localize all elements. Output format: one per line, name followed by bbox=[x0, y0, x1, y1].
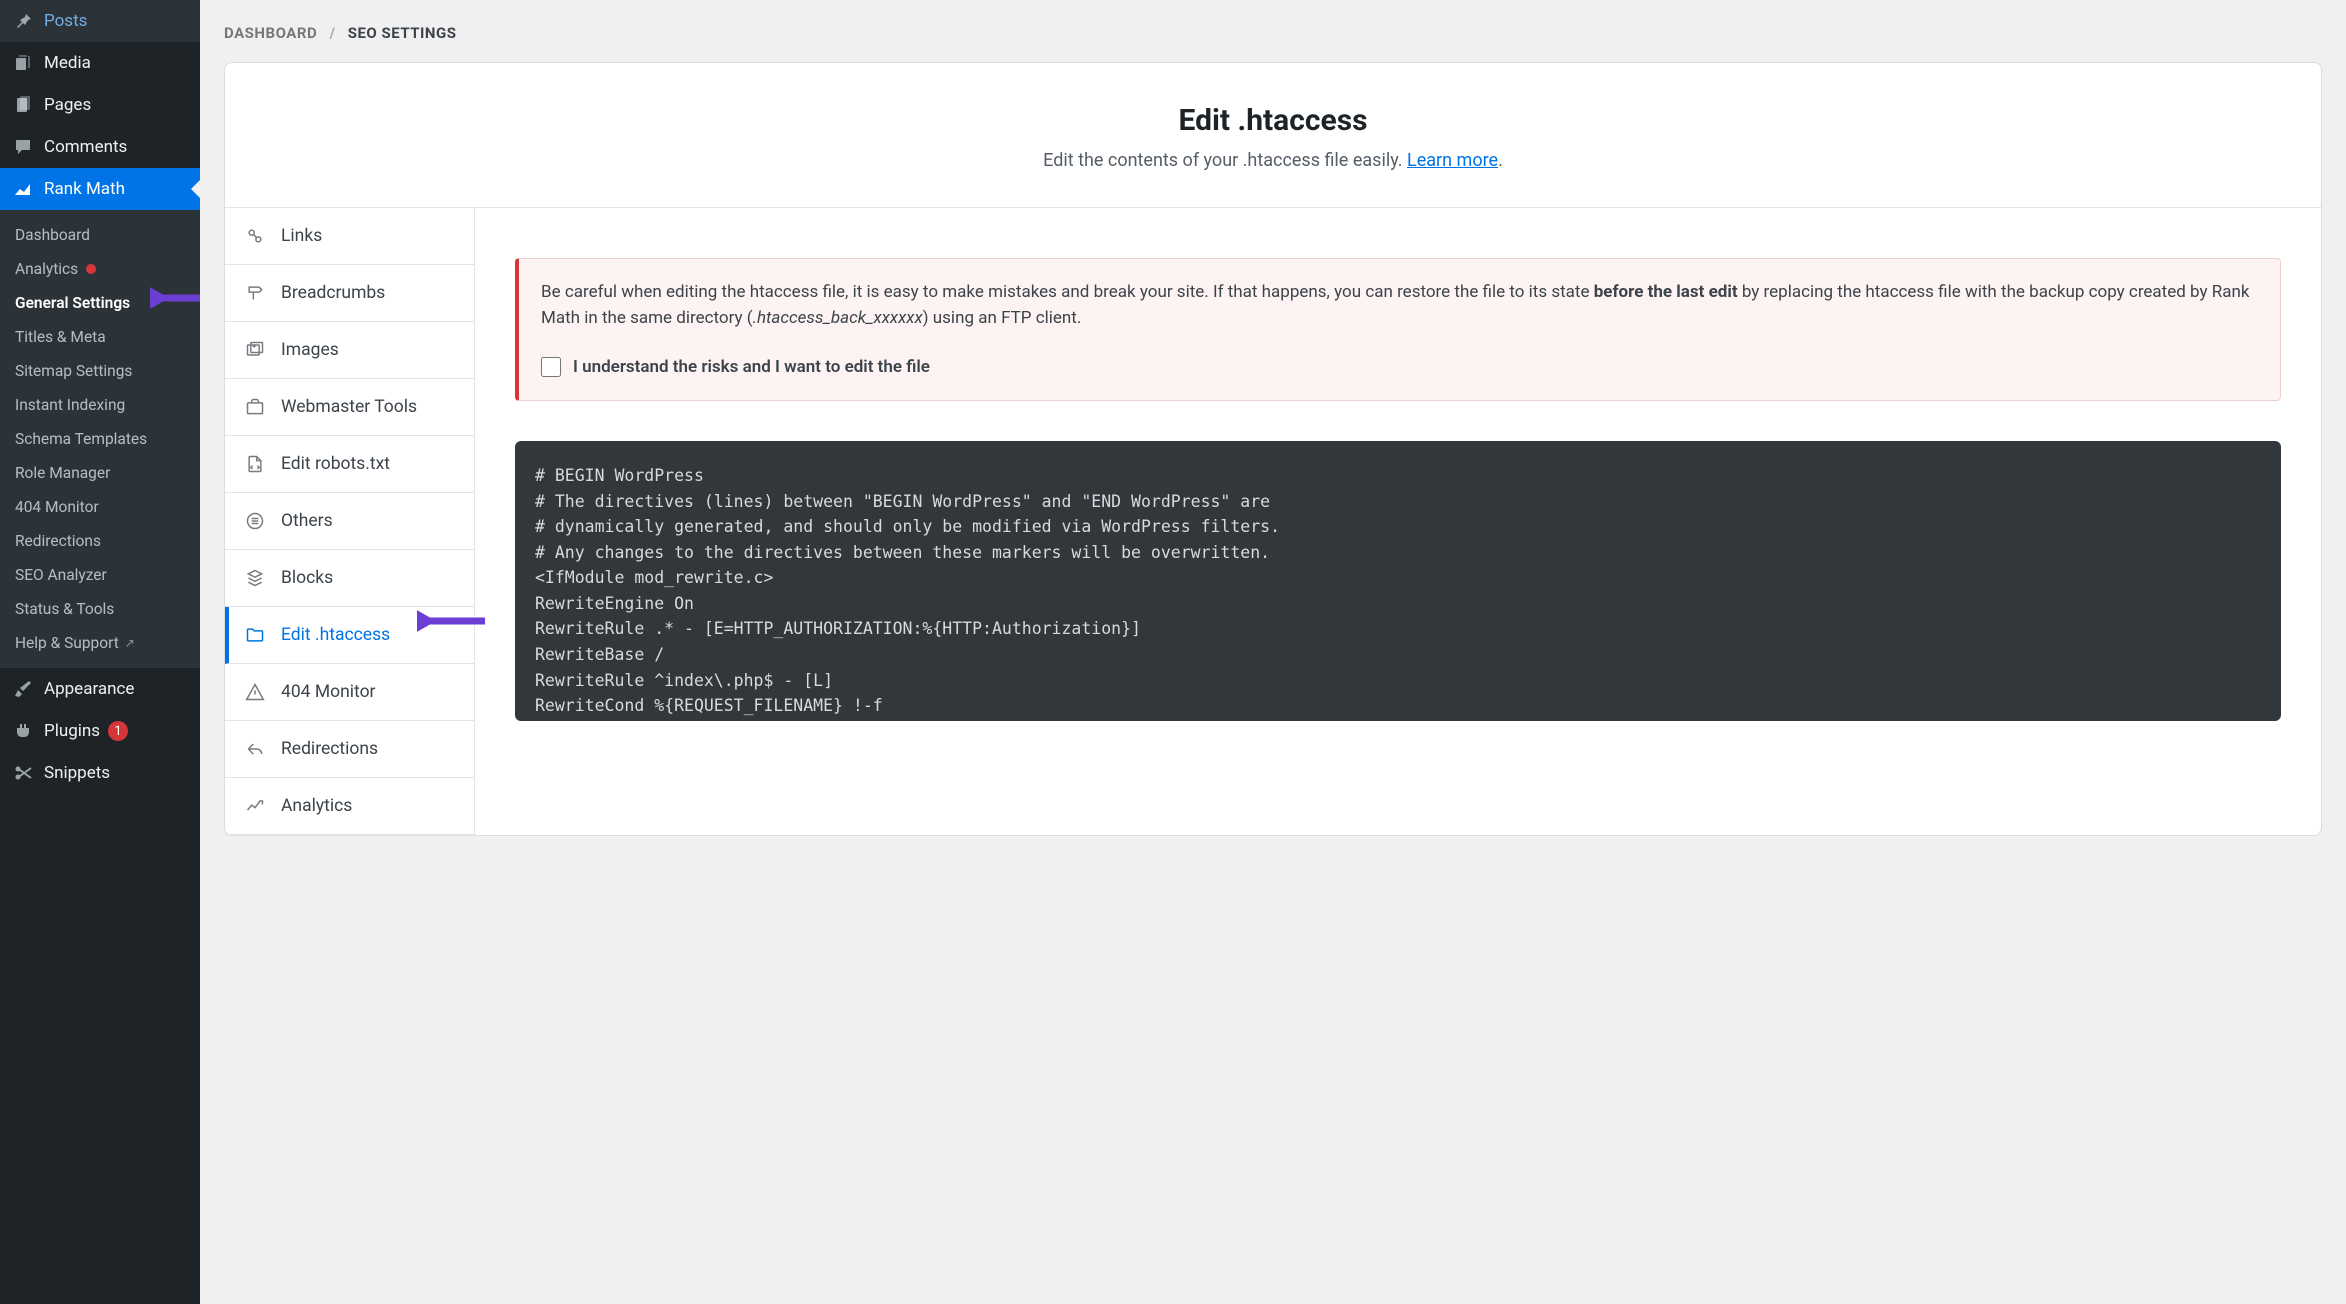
submenu-redirections[interactable]: Redirections bbox=[0, 524, 200, 558]
submenu-sitemap[interactable]: Sitemap Settings bbox=[0, 354, 200, 388]
breadcrumb-separator: / bbox=[329, 24, 335, 42]
tab-htaccess[interactable]: Edit .htaccess bbox=[225, 607, 474, 664]
sign-icon bbox=[243, 281, 267, 305]
briefcase-icon bbox=[243, 395, 267, 419]
tab-blocks[interactable]: Blocks bbox=[225, 550, 474, 607]
tab-content: Be careful when editing the htaccess fil… bbox=[475, 208, 2321, 835]
sidebar-label: Posts bbox=[44, 11, 87, 31]
tab-others[interactable]: Others bbox=[225, 493, 474, 550]
warning-icon bbox=[243, 680, 267, 704]
admin-sidebar: Posts Media Pages Comments Rank Math Das… bbox=[0, 0, 200, 1304]
sidebar-label: Appearance bbox=[44, 679, 134, 699]
sidebar-item-media[interactable]: Media bbox=[0, 42, 200, 84]
sidebar-item-appearance[interactable]: Appearance bbox=[0, 668, 200, 710]
submenu-dashboard[interactable]: Dashboard bbox=[0, 218, 200, 252]
media-icon bbox=[12, 52, 34, 74]
pin-icon bbox=[12, 10, 34, 32]
breadcrumb-current: SEO SETTINGS bbox=[348, 24, 457, 42]
sidebar-label: Media bbox=[44, 53, 91, 73]
sidebar-item-rankmath[interactable]: Rank Math bbox=[0, 168, 200, 210]
sidebar-submenu: Dashboard Analytics General Settings Tit… bbox=[0, 210, 200, 668]
sidebar-label: Rank Math bbox=[44, 179, 125, 199]
tab-webmaster[interactable]: Webmaster Tools bbox=[225, 379, 474, 436]
submenu-seo-analyzer[interactable]: SEO Analyzer bbox=[0, 558, 200, 592]
main-content: DASHBOARD / SEO SETTINGS Edit .htaccess … bbox=[200, 0, 2346, 1304]
risk-acknowledge-label[interactable]: I understand the risks and I want to edi… bbox=[573, 354, 930, 380]
link-icon bbox=[243, 224, 267, 248]
filecode-icon bbox=[243, 452, 267, 476]
sidebar-item-posts[interactable]: Posts bbox=[0, 0, 200, 42]
sidebar-label: Pages bbox=[44, 95, 91, 115]
learn-more-link[interactable]: Learn more bbox=[1407, 150, 1498, 171]
tab-breadcrumbs[interactable]: Breadcrumbs bbox=[225, 265, 474, 322]
submenu-general-settings[interactable]: General Settings bbox=[0, 286, 200, 320]
tab-404[interactable]: 404 Monitor bbox=[225, 664, 474, 721]
sidebar-item-plugins[interactable]: Plugins 1 bbox=[0, 710, 200, 752]
images-icon bbox=[243, 338, 267, 362]
warning-notice: Be careful when editing the htaccess fil… bbox=[515, 258, 2281, 401]
settings-tab-list: Links Breadcrumbs Images Webmaster Tools… bbox=[225, 208, 475, 835]
submenu-analytics[interactable]: Analytics bbox=[0, 252, 200, 286]
breadcrumb: DASHBOARD / SEO SETTINGS bbox=[224, 0, 2322, 62]
submenu-role-manager[interactable]: Role Manager bbox=[0, 456, 200, 490]
scissors-icon bbox=[12, 762, 34, 784]
tab-analytics[interactable]: Analytics bbox=[225, 778, 474, 835]
pages-icon bbox=[12, 94, 34, 116]
submenu-schema[interactable]: Schema Templates bbox=[0, 422, 200, 456]
sidebar-label: Plugins bbox=[44, 721, 100, 741]
external-link-icon: ↗ bbox=[125, 636, 135, 650]
update-badge: 1 bbox=[108, 721, 128, 741]
settings-panel: Edit .htaccess Edit the contents of your… bbox=[224, 62, 2322, 836]
plug-icon bbox=[12, 720, 34, 742]
chart-icon bbox=[12, 178, 34, 200]
comment-icon bbox=[12, 136, 34, 158]
sidebar-item-snippets[interactable]: Snippets bbox=[0, 752, 200, 794]
submenu-titles-meta[interactable]: Titles & Meta bbox=[0, 320, 200, 354]
panel-header: Edit .htaccess Edit the contents of your… bbox=[225, 63, 2321, 208]
brush-icon bbox=[12, 678, 34, 700]
sidebar-label: Snippets bbox=[44, 763, 110, 783]
submenu-help-support[interactable]: Help & Support↗ bbox=[0, 626, 200, 660]
page-subtitle: Edit the contents of your .htaccess file… bbox=[265, 150, 2281, 171]
notification-dot-icon bbox=[86, 264, 96, 274]
tab-redirections[interactable]: Redirections bbox=[225, 721, 474, 778]
submenu-404-monitor[interactable]: 404 Monitor bbox=[0, 490, 200, 524]
blocks-icon bbox=[243, 566, 267, 590]
sidebar-item-comments[interactable]: Comments bbox=[0, 126, 200, 168]
analytics-icon bbox=[243, 794, 267, 818]
redirect-icon bbox=[243, 737, 267, 761]
submenu-status-tools[interactable]: Status & Tools bbox=[0, 592, 200, 626]
tab-links[interactable]: Links bbox=[225, 208, 474, 265]
sidebar-label: Comments bbox=[44, 137, 127, 157]
page-title: Edit .htaccess bbox=[265, 103, 2281, 138]
submenu-instant-indexing[interactable]: Instant Indexing bbox=[0, 388, 200, 422]
sidebar-item-pages[interactable]: Pages bbox=[0, 84, 200, 126]
panel-body: Links Breadcrumbs Images Webmaster Tools… bbox=[225, 208, 2321, 835]
breadcrumb-root[interactable]: DASHBOARD bbox=[224, 24, 317, 42]
htaccess-editor[interactable]: # BEGIN WordPress # The directives (line… bbox=[515, 441, 2281, 721]
list-icon bbox=[243, 509, 267, 533]
folder-icon bbox=[243, 623, 267, 647]
tab-robots[interactable]: Edit robots.txt bbox=[225, 436, 474, 493]
tab-images[interactable]: Images bbox=[225, 322, 474, 379]
risk-acknowledge-checkbox[interactable] bbox=[541, 357, 561, 377]
